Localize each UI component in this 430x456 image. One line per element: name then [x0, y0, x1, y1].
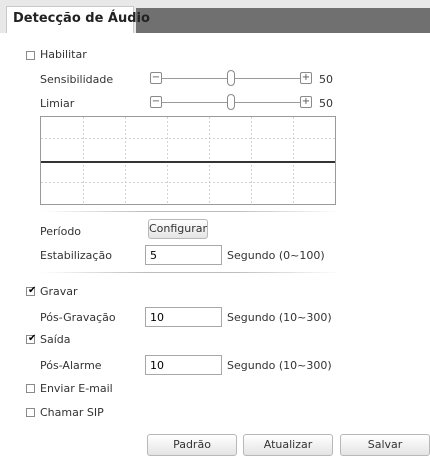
- sensitivity-increase-button[interactable]: +: [300, 72, 312, 84]
- divider: [40, 272, 340, 273]
- threshold-value: 50: [319, 97, 333, 110]
- sensitivity-label: Sensibilidade: [40, 73, 114, 86]
- output-label: Saída: [40, 333, 71, 346]
- threshold-thumb[interactable]: [227, 94, 235, 110]
- threshold-increase-button[interactable]: +: [300, 96, 312, 108]
- check-mark-icon: ✔: [28, 285, 37, 296]
- threshold-line: [41, 160, 335, 163]
- post-alarm-input[interactable]: 10: [145, 355, 222, 375]
- record-label: Gravar: [40, 285, 78, 298]
- audio-level-graph: [40, 116, 336, 205]
- call-sip-label: Chamar SIP: [40, 406, 104, 419]
- header-bar-dark: [136, 8, 430, 33]
- sensitivity-value: 50: [319, 73, 333, 86]
- stabilization-label: Estabilização: [40, 249, 112, 262]
- sensitivity-decrease-button[interactable]: −: [150, 72, 162, 84]
- divider: [40, 211, 340, 212]
- send-email-label: Enviar E-mail: [40, 382, 113, 395]
- post-alarm-unit: Segundo (10~300): [227, 359, 332, 372]
- send-email-checkbox[interactable]: [26, 384, 35, 393]
- configure-button[interactable]: Configurar: [148, 219, 208, 239]
- record-checkbox[interactable]: ✔: [26, 285, 37, 296]
- stabilization-input[interactable]: 5: [145, 245, 222, 265]
- period-label: Período: [40, 225, 82, 238]
- threshold-decrease-button[interactable]: −: [150, 96, 162, 108]
- call-sip-checkbox[interactable]: [26, 408, 35, 417]
- post-record-input[interactable]: 10: [145, 307, 222, 327]
- post-alarm-label: Pós-Alarme: [40, 359, 102, 372]
- output-checkbox[interactable]: ✔: [26, 333, 37, 344]
- enable-label: Habilitar: [40, 48, 87, 61]
- threshold-label: Limiar: [40, 97, 75, 110]
- tab-audio-detection[interactable]: Detecção de Áudio: [6, 6, 150, 33]
- sensitivity-thumb[interactable]: [227, 70, 235, 86]
- check-mark-icon: ✔: [28, 333, 37, 344]
- post-record-label: Pós-Gravação: [40, 311, 116, 324]
- post-record-unit: Segundo (10~300): [227, 311, 332, 324]
- enable-checkbox[interactable]: [26, 51, 35, 60]
- stabilization-unit: Segundo (0~100): [227, 249, 325, 262]
